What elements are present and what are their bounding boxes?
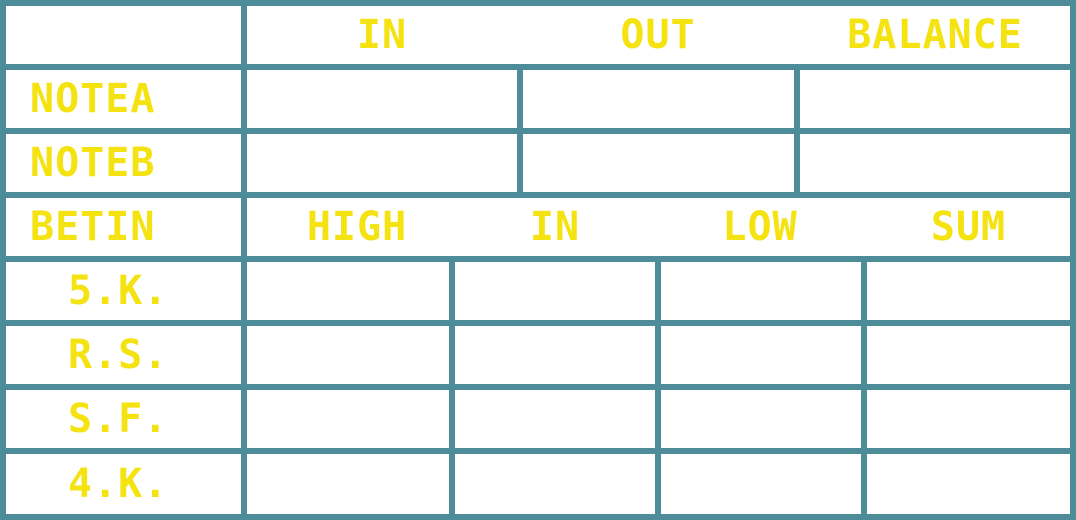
bet-row-low-cell — [661, 454, 861, 514]
note-a-balance-cell — [800, 70, 1070, 128]
header-in-label: IN — [356, 12, 408, 58]
bet-high-label: HIGH — [306, 204, 408, 250]
bet-row-high-cell — [247, 262, 449, 320]
bet-row-label: 4.K. — [68, 461, 169, 507]
bet-row-sum-cell — [867, 454, 1070, 514]
note-a-out-cell — [523, 70, 794, 128]
bet-row-low-cell — [661, 390, 861, 448]
note-a-label: NOTEA — [30, 76, 156, 122]
bet-row-in-cell — [455, 454, 655, 514]
bet-table: IN OUT BALANCE NOTEA NOTEB BETIN HIGH IN… — [0, 0, 1076, 520]
bet-row-high-cell — [247, 390, 449, 448]
header-out-label: OUT — [620, 12, 696, 58]
note-b-out-cell — [523, 134, 794, 192]
bet-in-label: IN — [529, 204, 581, 250]
header-balance-label: BALANCE — [847, 12, 1023, 58]
note-b-label: NOTEB — [30, 140, 156, 186]
bet-low-label: LOW — [722, 204, 798, 250]
bet-row-label: R.S. — [68, 332, 169, 378]
bet-sum-label: SUM — [930, 204, 1007, 250]
bet-row-high-cell — [247, 326, 449, 384]
bet-row-low-cell — [661, 326, 861, 384]
bet-row-sum-cell — [867, 262, 1070, 320]
bet-row-label: S.F. — [68, 396, 169, 442]
bet-row-in-cell — [455, 262, 655, 320]
bet-row-label: 5.K. — [68, 268, 169, 314]
betin-label: BETIN — [30, 204, 156, 250]
bet-row-high-cell — [247, 454, 449, 514]
bet-row-low-cell — [661, 262, 861, 320]
bet-row-in-cell — [455, 326, 655, 384]
note-b-in-cell — [247, 134, 517, 192]
header-corner-cell — [6, 6, 241, 64]
note-a-in-cell — [247, 70, 517, 128]
bet-row-in-cell — [455, 390, 655, 448]
note-b-balance-cell — [800, 134, 1070, 192]
bet-row-sum-cell — [867, 326, 1070, 384]
bet-row-sum-cell — [867, 390, 1070, 448]
